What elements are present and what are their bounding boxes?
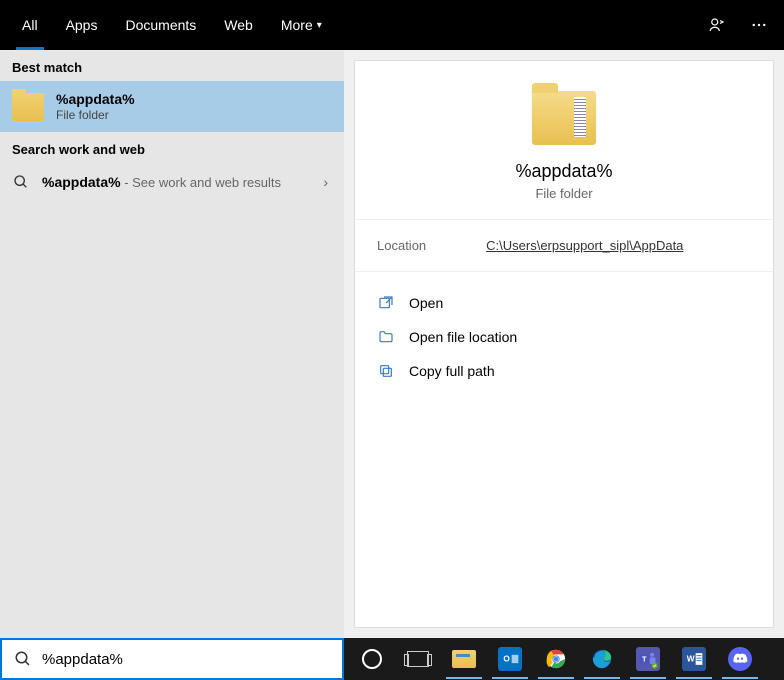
tab-web[interactable]: Web: [210, 0, 267, 50]
web-search-text: %appdata% - See work and web results: [42, 174, 281, 190]
best-match-subtitle: File folder: [56, 108, 135, 122]
task-view-icon: [407, 651, 429, 667]
web-search-result[interactable]: %appdata% - See work and web results ›: [0, 163, 344, 201]
taskbar-discord[interactable]: [718, 639, 762, 679]
folder-icon: [532, 91, 596, 145]
teams-icon: T: [636, 647, 660, 671]
taskbar-task-view[interactable]: [396, 639, 440, 679]
search-tabs-bar: All Apps Documents Web More ▾: [0, 0, 784, 50]
location-path-link[interactable]: C:\Users\erpsupport_sipl\AppData: [486, 238, 683, 253]
search-icon: [14, 650, 32, 668]
taskbar-chrome[interactable]: [534, 639, 578, 679]
web-search-hint: - See work and web results: [121, 175, 281, 190]
tab-apps[interactable]: Apps: [52, 0, 112, 50]
taskbar-outlook[interactable]: O: [488, 639, 532, 679]
cortana-icon: [362, 649, 382, 669]
taskbar-cortana[interactable]: [350, 639, 394, 679]
best-match-text: %appdata% File folder: [56, 91, 135, 122]
preview-subtitle: File folder: [355, 186, 773, 201]
outlook-icon: O: [498, 647, 522, 671]
action-label: Open file location: [409, 329, 517, 345]
taskbar: O T W: [344, 638, 784, 680]
search-icon: [12, 173, 30, 191]
action-label: Copy full path: [409, 363, 495, 379]
search-input[interactable]: [42, 651, 330, 668]
search-box[interactable]: [0, 638, 344, 680]
taskbar-teams[interactable]: T: [626, 639, 670, 679]
tab-label: All: [22, 17, 38, 33]
svg-text:T: T: [642, 655, 647, 664]
chevron-down-icon: ▾: [317, 20, 322, 31]
chrome-icon: [544, 647, 568, 671]
tab-all[interactable]: All: [8, 0, 52, 50]
folder-location-icon: [377, 328, 395, 346]
results-left-pane: Best match %appdata% File folder Search …: [0, 50, 344, 638]
best-match-result[interactable]: %appdata% File folder: [0, 81, 344, 132]
svg-text:O: O: [503, 654, 510, 664]
open-icon: [377, 294, 395, 312]
action-open[interactable]: Open: [377, 286, 751, 320]
more-options-icon[interactable]: [744, 10, 774, 40]
file-explorer-icon: [452, 650, 476, 668]
tab-label: Web: [224, 17, 253, 33]
preview-header: %appdata% File folder: [355, 91, 773, 219]
feedback-icon[interactable]: [702, 10, 732, 40]
tab-more[interactable]: More ▾: [267, 0, 336, 50]
preview-card: %appdata% File folder Location C:\Users\…: [354, 60, 774, 628]
location-label: Location: [377, 238, 426, 253]
action-open-file-location[interactable]: Open file location: [377, 320, 751, 354]
chevron-right-icon: ›: [323, 174, 328, 190]
search-results-main: Best match %appdata% File folder Search …: [0, 50, 784, 638]
preview-title: %appdata%: [355, 161, 773, 182]
tab-label: More: [281, 17, 313, 33]
tab-label: Apps: [66, 17, 98, 33]
edge-icon: [590, 647, 614, 671]
web-search-query: %appdata%: [42, 174, 121, 190]
discord-icon: [728, 647, 752, 671]
copy-icon: [377, 362, 395, 380]
search-web-header: Search work and web: [0, 132, 344, 163]
preview-metadata: Location C:\Users\erpsupport_sipl\AppDat…: [355, 219, 773, 272]
action-copy-full-path[interactable]: Copy full path: [377, 354, 751, 388]
taskbar-file-explorer[interactable]: [442, 639, 486, 679]
best-match-title: %appdata%: [56, 91, 135, 107]
svg-text:W: W: [687, 654, 695, 664]
tab-documents[interactable]: Documents: [111, 0, 210, 50]
taskbar-edge[interactable]: [580, 639, 624, 679]
best-match-header: Best match: [0, 50, 344, 81]
folder-icon: [12, 93, 44, 121]
action-label: Open: [409, 295, 443, 311]
preview-pane: %appdata% File folder Location C:\Users\…: [344, 50, 784, 638]
taskbar-word[interactable]: W: [672, 639, 716, 679]
word-icon: W: [682, 647, 706, 671]
preview-actions: Open Open file location Copy full path: [355, 272, 773, 402]
tab-label: Documents: [125, 17, 196, 33]
